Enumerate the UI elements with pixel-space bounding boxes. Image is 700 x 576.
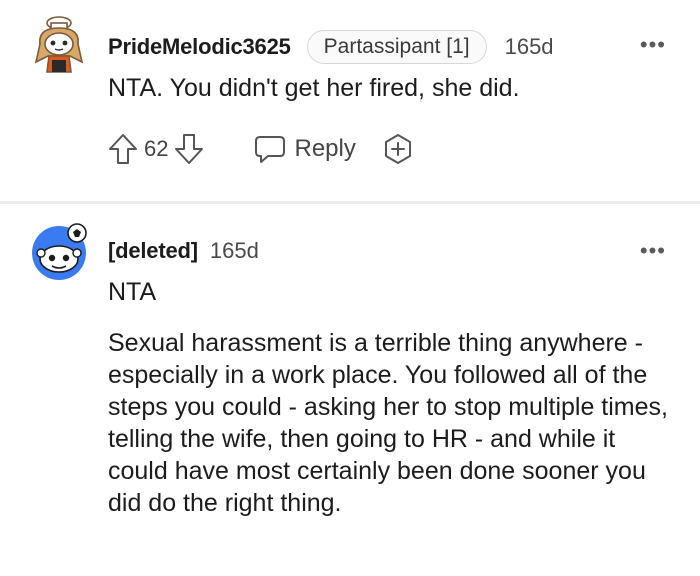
- comment-body: NTA: [108, 276, 670, 308]
- comment-paragraph: NTA: [108, 278, 157, 306]
- comment: [deleted] 165d ••• NTA Sexual harassment…: [0, 0, 700, 576]
- comment-meta: [deleted] 165d: [108, 236, 259, 266]
- comment-body: Sexual harassment is a terrible thing an…: [108, 327, 678, 519]
- comment-age: 165d: [209, 238, 259, 263]
- comment-paragraph: Sexual harassment is a terrible thing an…: [108, 329, 668, 517]
- more-options-icon[interactable]: •••: [640, 240, 666, 262]
- user-avatar[interactable]: [30, 222, 88, 280]
- deleted-snoo-avatar-icon: [32, 223, 87, 280]
- username: [deleted]: [108, 238, 198, 263]
